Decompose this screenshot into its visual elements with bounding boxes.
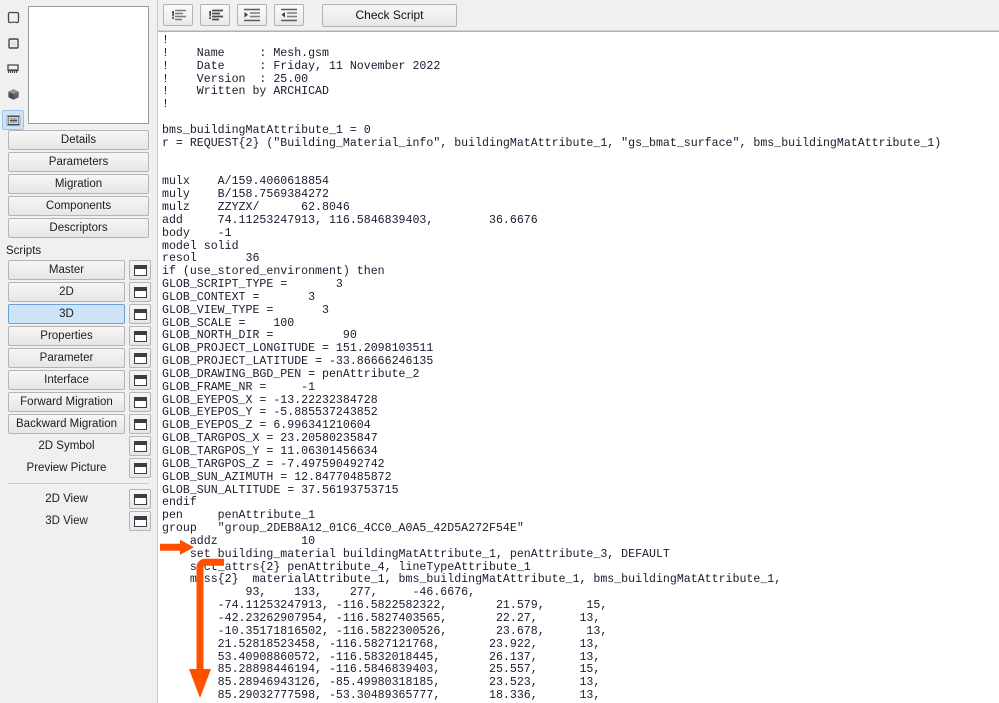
window-icon: [133, 440, 147, 452]
script-button-3d[interactable]: 3D: [8, 304, 125, 324]
script-row-master: Master: [0, 260, 157, 280]
script-row-parameter: Parameter: [0, 348, 157, 368]
window-icon: [133, 396, 147, 408]
library-part-editor-window: Details Parameters Migration Components …: [0, 0, 999, 703]
window-icon: [133, 462, 147, 474]
open-window-button-interface[interactable]: [129, 370, 151, 390]
scripts-section-label: Scripts: [6, 245, 42, 257]
view-row-3d: 3D View: [0, 511, 157, 531]
window-icon: [133, 286, 147, 298]
window-icon: [133, 330, 147, 342]
open-window-button-properties[interactable]: [129, 326, 151, 346]
script-button-forward-migration[interactable]: Forward Migration: [8, 392, 125, 412]
migration-button[interactable]: Migration: [8, 174, 149, 194]
script-button-interface[interactable]: Interface: [8, 370, 125, 390]
open-window-button-2d[interactable]: [129, 282, 151, 302]
window-icon: [133, 352, 147, 364]
view-button-2d[interactable]: 2D View: [8, 489, 125, 509]
script-row-2d-symbol: 2D Symbol: [0, 436, 157, 456]
script-button-properties[interactable]: Properties: [8, 326, 125, 346]
view-row-2d: 2D View: [0, 489, 157, 509]
views-list: 2D View 3D View: [0, 489, 157, 531]
window-icon: [133, 374, 147, 386]
open-window-button-backward-migration[interactable]: [129, 414, 151, 434]
elevation-icon[interactable]: [2, 59, 24, 79]
open-window-button-parameter[interactable]: [129, 348, 151, 368]
preview-area: [0, 0, 157, 130]
open-window-button-2d-symbol[interactable]: [129, 436, 151, 456]
script-row-interface: Interface: [0, 370, 157, 390]
scripts-list: Master 2D 3D Properties Parameter Interf: [0, 260, 157, 478]
panel-button-list: Details Parameters Migration Components …: [0, 130, 157, 238]
window-icon: [133, 418, 147, 430]
left-panel: Details Parameters Migration Components …: [0, 0, 158, 703]
script-toolbar: ! ! Check Script: [158, 0, 999, 31]
window-icon: [133, 493, 147, 505]
open-window-button-3d[interactable]: [129, 304, 151, 324]
parameters-button[interactable]: Parameters: [8, 152, 149, 172]
3d-cube-icon[interactable]: [2, 85, 24, 105]
view-button-3d[interactable]: 3D View: [8, 511, 125, 531]
script-button-master[interactable]: Master: [8, 260, 125, 280]
details-button[interactable]: Details: [8, 130, 149, 150]
uncomment-lines-button[interactable]: !: [200, 4, 230, 26]
check-script-button[interactable]: Check Script: [322, 3, 457, 27]
script-editor[interactable]: ! ! Name : Mesh.gsm ! Date : Friday, 11 …: [158, 31, 999, 703]
script-row-2d: 2D: [0, 282, 157, 302]
script-row-3d: 3D: [0, 304, 157, 324]
script-row-preview-picture: Preview Picture: [0, 458, 157, 478]
window-icon: [133, 515, 147, 527]
components-button[interactable]: Components: [8, 196, 149, 216]
descriptors-button[interactable]: Descriptors: [8, 218, 149, 238]
script-button-backward-migration[interactable]: Backward Migration: [8, 414, 125, 434]
window-icon: [133, 308, 147, 320]
script-button-parameter[interactable]: Parameter: [8, 348, 125, 368]
open-window-button-3d-view[interactable]: [129, 511, 151, 531]
preview-picture: [28, 6, 149, 124]
editor-pane: ! ! Check Script ! ! Name: Mesh.gsm ! D…: [158, 0, 999, 703]
comment-lines-button[interactable]: !: [163, 4, 193, 26]
view-icon-rail: [0, 4, 26, 130]
floor-plan-icon[interactable]: [2, 8, 24, 28]
outdent-button[interactable]: [274, 4, 304, 26]
panel-divider: [8, 483, 149, 484]
script-row-backward-migration: Backward Migration: [0, 414, 157, 434]
open-window-button-master[interactable]: [129, 260, 151, 280]
script-row-properties: Properties: [0, 326, 157, 346]
indent-button[interactable]: [237, 4, 267, 26]
script-button-preview-picture[interactable]: Preview Picture: [8, 458, 125, 478]
script-row-forward-migration: Forward Migration: [0, 392, 157, 412]
script-button-2d-symbol[interactable]: 2D Symbol: [8, 436, 125, 456]
open-window-button-preview-picture[interactable]: [129, 458, 151, 478]
script-button-2d[interactable]: 2D: [8, 282, 125, 302]
open-window-button-2d-view[interactable]: [129, 489, 151, 509]
window-icon: [133, 264, 147, 276]
script-code-text[interactable]: ! ! Name : Mesh.gsm ! Date : Friday, 11 …: [158, 32, 999, 703]
open-window-button-forward-migration[interactable]: [129, 392, 151, 412]
section-icon[interactable]: [2, 34, 24, 54]
library-part-icon[interactable]: [2, 110, 24, 130]
